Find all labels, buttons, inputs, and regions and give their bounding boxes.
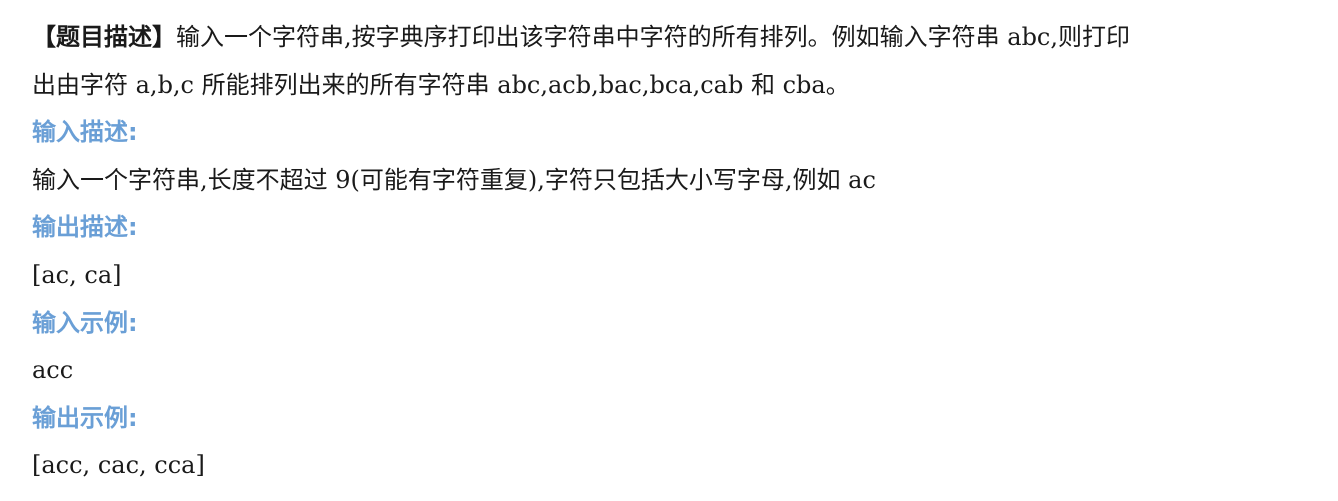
input-example-heading: 输入示例: [32, 308, 138, 337]
input-description-text: 输入一个字符串,长度不超过 9(可能有字符重复),字符只包括大小写字母,例如 a… [32, 165, 876, 194]
problem-description-line-2: 出由字符 a,b,c 所能排列出来的所有字符串 abc,acb,bac,bca,… [32, 62, 1322, 110]
output-description-heading: 输出描述: [32, 213, 138, 242]
output-example-text: [acc, cac, cca] [32, 451, 205, 480]
output-example-heading: 输出示例: [32, 403, 138, 432]
input-description-heading: 输入描述: [32, 118, 138, 147]
problem-description-line-1: 【题目描述】输入一个字符串,按字典序打印出该字符串中字符的所有排列。例如输入字符… [32, 14, 1322, 62]
problem-description-text-1: 输入一个字符串,按字典序打印出该字符串中字符的所有排列。例如输入字符串 abc,… [176, 23, 1130, 51]
input-example-text: acc [32, 356, 74, 385]
problem-description-text-2: 出由字符 a,b,c 所能排列出来的所有字符串 abc,acb,bac,bca,… [32, 70, 850, 99]
output-description-text: [ac, ca] [32, 260, 122, 289]
problem-title-label: 【题目描述】 [32, 23, 176, 51]
problem-document: 【题目描述】输入一个字符串,按字典序打印出该字符串中字符的所有排列。例如输入字符… [32, 14, 1322, 490]
